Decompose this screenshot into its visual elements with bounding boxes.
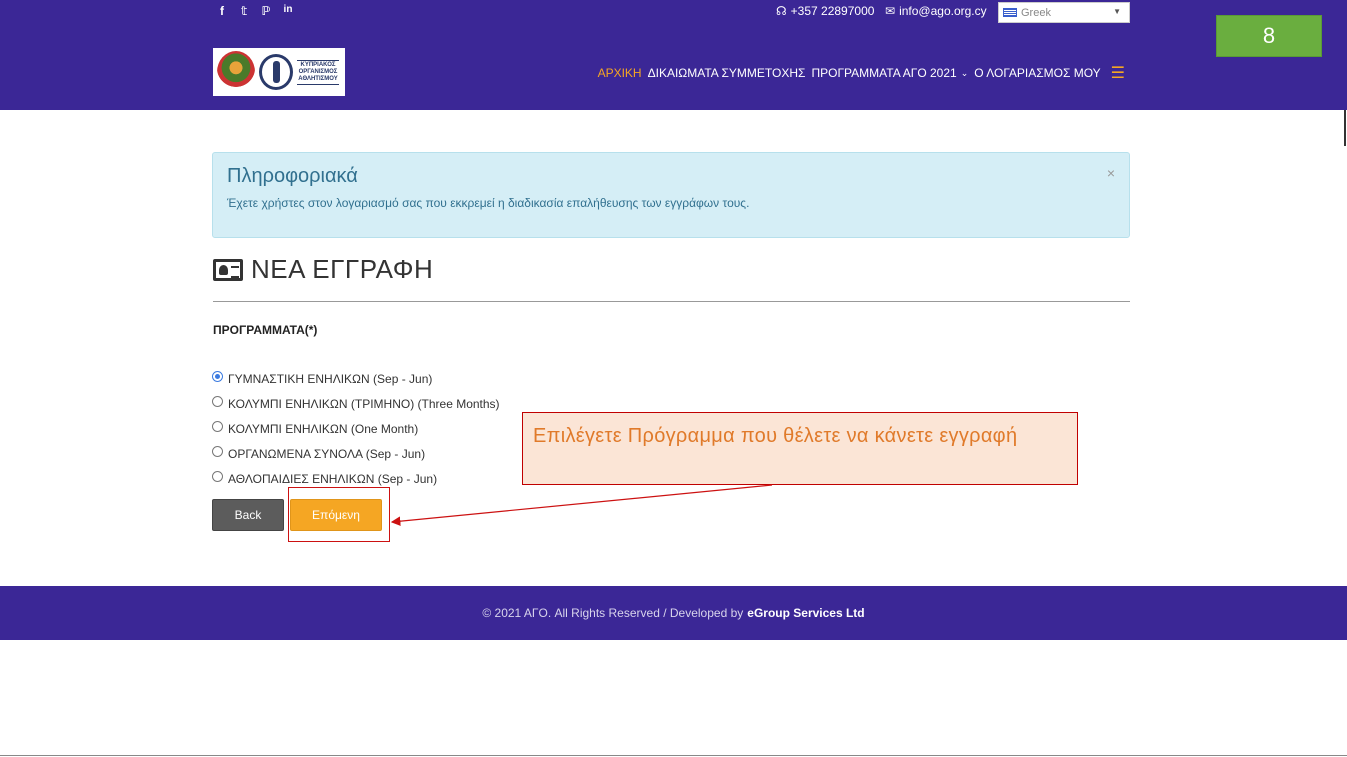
footer-copyright: © 2021 ΑΓΟ. All Rights Reserved / Develo… — [482, 606, 744, 620]
program-options: ΓΥΜΝΑΣΤΙΚΗ ΕΝΗΛΙΚΩΝ (Sep - Jun) ΚΟΛΥΜΠΙ … — [212, 366, 500, 491]
page-title-text: ΝΕΑ ΕΓΓΡΑΦΗ — [251, 254, 434, 284]
scrollbar[interactable] — [1344, 110, 1346, 146]
phone-number: +357 22897000 — [790, 4, 875, 18]
site-header: f 𝕥 ℙ in ☊ +357 22897000 ✉ info@ago.org.… — [0, 0, 1347, 110]
email-address: info@ago.org.cy — [899, 4, 987, 18]
page-title: ΝΕΑ ΕΓΓΡΑΦΗ — [213, 254, 433, 285]
facebook-icon[interactable]: f — [216, 4, 228, 18]
annotation-arrow — [390, 484, 773, 526]
headset-icon: ☊ — [776, 4, 787, 18]
annotation-callout: Επιλέγετε Πρόγραμμα που θέλετε να κάνετε… — [522, 412, 1078, 485]
program-option-label: ΟΡΓΑΝΩΜΕΝΑ ΣΥΝΟΛΑ (Sep - Jun) — [228, 446, 426, 461]
radio-button[interactable] — [212, 421, 223, 432]
pinterest-icon[interactable]: ℙ — [260, 4, 272, 18]
linkedin-icon[interactable]: in — [282, 4, 294, 18]
site-logo[interactable]: ΚΥΠΡΙΑΚΟΣ ΟΡΓΑΝΙΣΜΟΣ ΑΘΛΗΤΙΣΜΟΥ — [213, 48, 345, 96]
site-footer: © 2021 ΑΓΟ. All Rights Reserved / Develo… — [0, 586, 1347, 640]
menu-icon[interactable]: ☰ — [1111, 63, 1125, 83]
greek-flag-icon — [1003, 8, 1017, 17]
radio-button[interactable] — [212, 371, 223, 382]
social-links: f 𝕥 ℙ in — [216, 4, 294, 18]
info-alert: Πληροφοριακά Έχετε χρήστες στον λογαριασ… — [212, 152, 1130, 238]
nav-item-account[interactable]: Ο ΛΟΓΑΡΙΑΣΜΟΣ ΜΟΥ — [974, 66, 1100, 80]
envelope-icon: ✉ — [885, 4, 896, 18]
chevron-down-icon: ▼ — [1113, 7, 1121, 16]
chevron-down-icon: ⌄ — [960, 67, 969, 78]
programs-label: ΠΡΟΓΡΑΜΜΑΤΑ(*) — [213, 323, 318, 337]
program-option[interactable]: ΟΡΓΑΝΩΜΕΝΑ ΣΥΝΟΛΑ (Sep - Jun) — [212, 441, 500, 466]
close-icon[interactable]: × — [1107, 165, 1115, 181]
annotation-highlight-box — [288, 487, 390, 542]
phone-contact[interactable]: ☊ +357 22897000 — [776, 4, 874, 18]
logo-text: ΚΥΠΡΙΑΚΟΣ ΟΡΓΑΝΙΣΜΟΣ ΑΘΛΗΤΙΣΜΟΥ — [297, 59, 339, 85]
radio-button[interactable] — [212, 446, 223, 457]
program-option-label: ΑΘΛΟΠΑΙΔΙΕΣ ΕΝΗΛΙΚΩΝ (Sep - Jun) — [228, 471, 438, 486]
program-option-label: ΓΥΜΝΑΣΤΙΚΗ ΕΝΗΛΙΚΩΝ (Sep - Jun) — [228, 371, 433, 386]
id-card-icon — [213, 258, 243, 281]
program-option[interactable]: ΚΟΛΥΜΠΙ ΕΝΗΛΙΚΩΝ (ΤΡΙΜΗΝΟ) (Three Months… — [212, 391, 500, 416]
back-button[interactable]: Back — [212, 499, 284, 531]
step-badge: 8 — [1216, 15, 1322, 57]
logo-emblem-icon — [217, 51, 255, 93]
program-option-label: ΚΟΛΥΜΠΙ ΕΝΗΛΙΚΩΝ (ΤΡΙΜΗΝΟ) (Three Months… — [228, 396, 500, 411]
main-nav: ΑΡΧΙΚΗ ΔΙΚΑΙΩΜΑΤΑ ΣΥΜΜΕΤΟΧΗΣ ΠΡΟΓΡΑΜΜΑΤΑ… — [598, 64, 1125, 82]
language-selected: Greek — [1021, 6, 1051, 19]
divider — [213, 301, 1130, 302]
twitter-icon[interactable]: 𝕥 — [238, 4, 250, 18]
nav-item-programs[interactable]: ΠΡΟΓΡΑΜΜΑΤΑ ΑΓΟ 2021 — [811, 66, 956, 80]
program-option-label: ΚΟΛΥΜΠΙ ΕΝΗΛΙΚΩΝ (One Month) — [228, 421, 419, 436]
footer-developer-link[interactable]: eGroup Services Ltd — [747, 606, 864, 620]
logo-seal-icon — [259, 54, 293, 90]
program-option[interactable]: ΚΟΛΥΜΠΙ ΕΝΗΛΙΚΩΝ (One Month) — [212, 416, 500, 441]
language-select[interactable]: Greek ▼ — [998, 2, 1130, 23]
alert-title: Πληροφοριακά — [227, 165, 358, 187]
radio-button[interactable] — [212, 396, 223, 407]
window-bottom-border — [0, 755, 1347, 756]
nav-item-fees[interactable]: ΔΙΚΑΙΩΜΑΤΑ ΣΥΜΜΕΤΟΧΗΣ — [648, 66, 806, 80]
radio-button[interactable] — [212, 471, 223, 482]
program-option[interactable]: ΓΥΜΝΑΣΤΙΚΗ ΕΝΗΛΙΚΩΝ (Sep - Jun) — [212, 366, 500, 391]
email-contact[interactable]: ✉ info@ago.org.cy — [885, 4, 987, 18]
alert-message: Έχετε χρήστες στον λογαριασμό σας που εκ… — [227, 196, 750, 210]
nav-item-home[interactable]: ΑΡΧΙΚΗ — [598, 66, 642, 80]
